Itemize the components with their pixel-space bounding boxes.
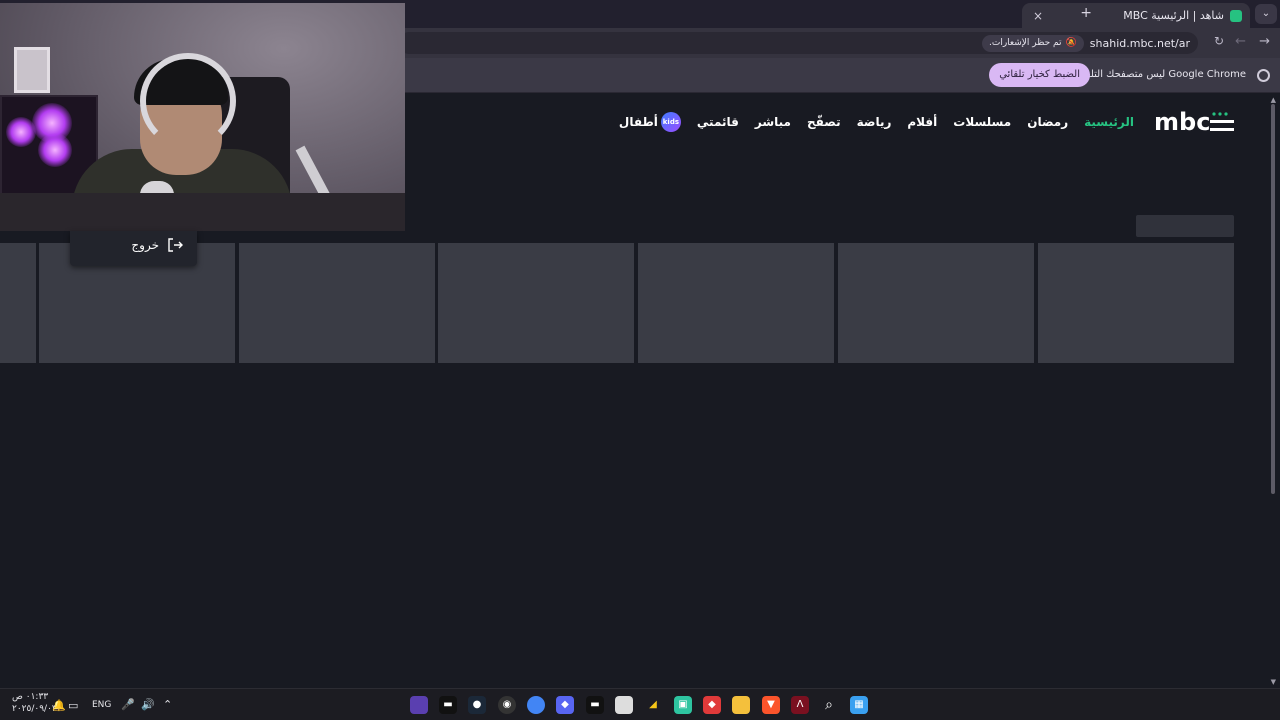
steam-icon[interactable]: ●: [468, 696, 486, 714]
section-title-placeholder: [1136, 215, 1234, 237]
language-indicator[interactable]: ENG: [92, 700, 111, 710]
nav-home[interactable]: الرئيسية: [1084, 115, 1134, 129]
content-card-placeholder[interactable]: [1038, 243, 1234, 363]
logout-label: خروج: [131, 238, 159, 252]
app-dark-red-icon[interactable]: Λ: [791, 696, 809, 714]
nav-kids-label: أطفال: [618, 115, 658, 129]
logout-menu[interactable]: خروج: [70, 231, 197, 266]
nav-movies[interactable]: أفلام: [907, 115, 937, 129]
discord-icon[interactable]: ◆: [556, 696, 574, 714]
tab-title: شاهد | الرئيسية MBC: [1123, 9, 1224, 22]
screen: شاهد | الرئيسية MBC × + ⌄ → ← ↻ shahid.m…: [0, 0, 1280, 720]
clock-time[interactable]: ٠١:٣٣ ص: [12, 692, 48, 702]
main-navigation: الرئيسية رمضان مسلسلات أفلام رياضة تصفّح…: [619, 112, 1134, 132]
microphone-icon[interactable]: 🎤: [121, 698, 135, 711]
infobar-message: Google Chrome ليس متصفحك التلقائي.: [1068, 69, 1246, 80]
webcam-overlay: [0, 3, 405, 231]
address-bar[interactable]: shahid.mbc.net/ar 🔕 تم حظر الإشعارات.: [398, 32, 1198, 54]
content-card-placeholder[interactable]: [638, 243, 834, 363]
nav-kids[interactable]: kids أطفال: [619, 112, 681, 132]
lantern-decor: [14, 47, 50, 93]
logout-icon: [168, 238, 183, 252]
reload-icon[interactable]: ↻: [1214, 34, 1224, 48]
network-icon[interactable]: ▭: [68, 699, 78, 712]
nav-series[interactable]: مسلسلات: [953, 115, 1011, 129]
chrome-taskbar-icon[interactable]: [527, 696, 545, 714]
browser-tab[interactable]: شاهد | الرئيسية MBC ×: [1022, 3, 1250, 28]
headset: [140, 53, 236, 149]
nav-sports[interactable]: رياضة: [857, 115, 892, 129]
page-scrollbar[interactable]: ▲ ▼: [1271, 94, 1278, 688]
content-card-placeholder[interactable]: [239, 243, 435, 363]
content-card-placeholder[interactable]: [0, 243, 36, 363]
forward-icon[interactable]: ←: [1235, 34, 1246, 49]
media-app-icon[interactable]: ▬: [586, 696, 604, 714]
start-menu-icon[interactable]: ▦: [850, 696, 868, 714]
content-card-placeholder[interactable]: [438, 243, 634, 363]
nav-ramadan[interactable]: رمضان: [1027, 115, 1068, 129]
close-tab-icon[interactable]: ×: [1030, 9, 1046, 23]
notification-icon[interactable]: 🔔: [52, 699, 66, 712]
terminal-icon[interactable]: ▬: [439, 696, 457, 714]
clock-date[interactable]: ٢٠٢٥/٠٩/٠٣: [12, 704, 57, 714]
desk: [0, 193, 405, 231]
kids-icon: kids: [660, 112, 681, 132]
nav-live[interactable]: مباشر: [755, 115, 791, 129]
search-icon[interactable]: ⌕: [820, 696, 838, 714]
nav-browse[interactable]: تصفّح: [807, 115, 841, 129]
scroll-down-icon[interactable]: ▼: [1271, 678, 1276, 686]
url-text: shahid.mbc.net/ar: [1089, 36, 1190, 50]
content-card-placeholder[interactable]: [838, 243, 1034, 363]
windows-taskbar: ٠١:٣٣ ص ٢٠٢٥/٠٩/٠٣ 🔔 ▭ ENG 🎤 🔊 ⌃ ▬ ● ◉ ◆…: [0, 688, 1280, 720]
bell-off-icon: 🔕: [1065, 38, 1077, 48]
back-icon[interactable]: →: [1259, 34, 1270, 49]
notifications-blocked-label: تم حظر الإشعارات.: [988, 38, 1062, 48]
brave-icon[interactable]: ▼: [762, 696, 780, 714]
logo-text: mbc: [1154, 111, 1210, 133]
obs-icon[interactable]: ◉: [498, 696, 516, 714]
nav-my-list[interactable]: قائمتي: [697, 115, 739, 129]
scroll-up-icon[interactable]: ▲: [1271, 96, 1276, 104]
mbc-logo[interactable]: mbc: [1154, 111, 1236, 133]
app-red-icon[interactable]: ◆: [703, 696, 721, 714]
teams-icon[interactable]: ▣: [674, 696, 692, 714]
volume-icon[interactable]: 🔊: [141, 698, 155, 711]
tab-search-button[interactable]: ⌄: [1255, 4, 1277, 24]
notepad-icon[interactable]: [615, 696, 633, 714]
set-default-button[interactable]: الضبط كخيار تلقائي: [989, 63, 1090, 87]
scroll-thumb[interactable]: [1271, 104, 1275, 494]
shahid-favicon-icon: [1230, 9, 1242, 22]
tray-overflow-icon[interactable]: ⌃: [163, 698, 172, 711]
app-yellow-icon[interactable]: ◢: [644, 696, 662, 714]
notifications-blocked-chip[interactable]: 🔕 تم حظر الإشعارات.: [981, 34, 1084, 52]
file-explorer-icon[interactable]: [732, 696, 750, 714]
new-tab-button[interactable]: +: [1080, 5, 1092, 21]
chrome-icon: [1257, 69, 1270, 82]
app-icon[interactable]: [410, 696, 428, 714]
